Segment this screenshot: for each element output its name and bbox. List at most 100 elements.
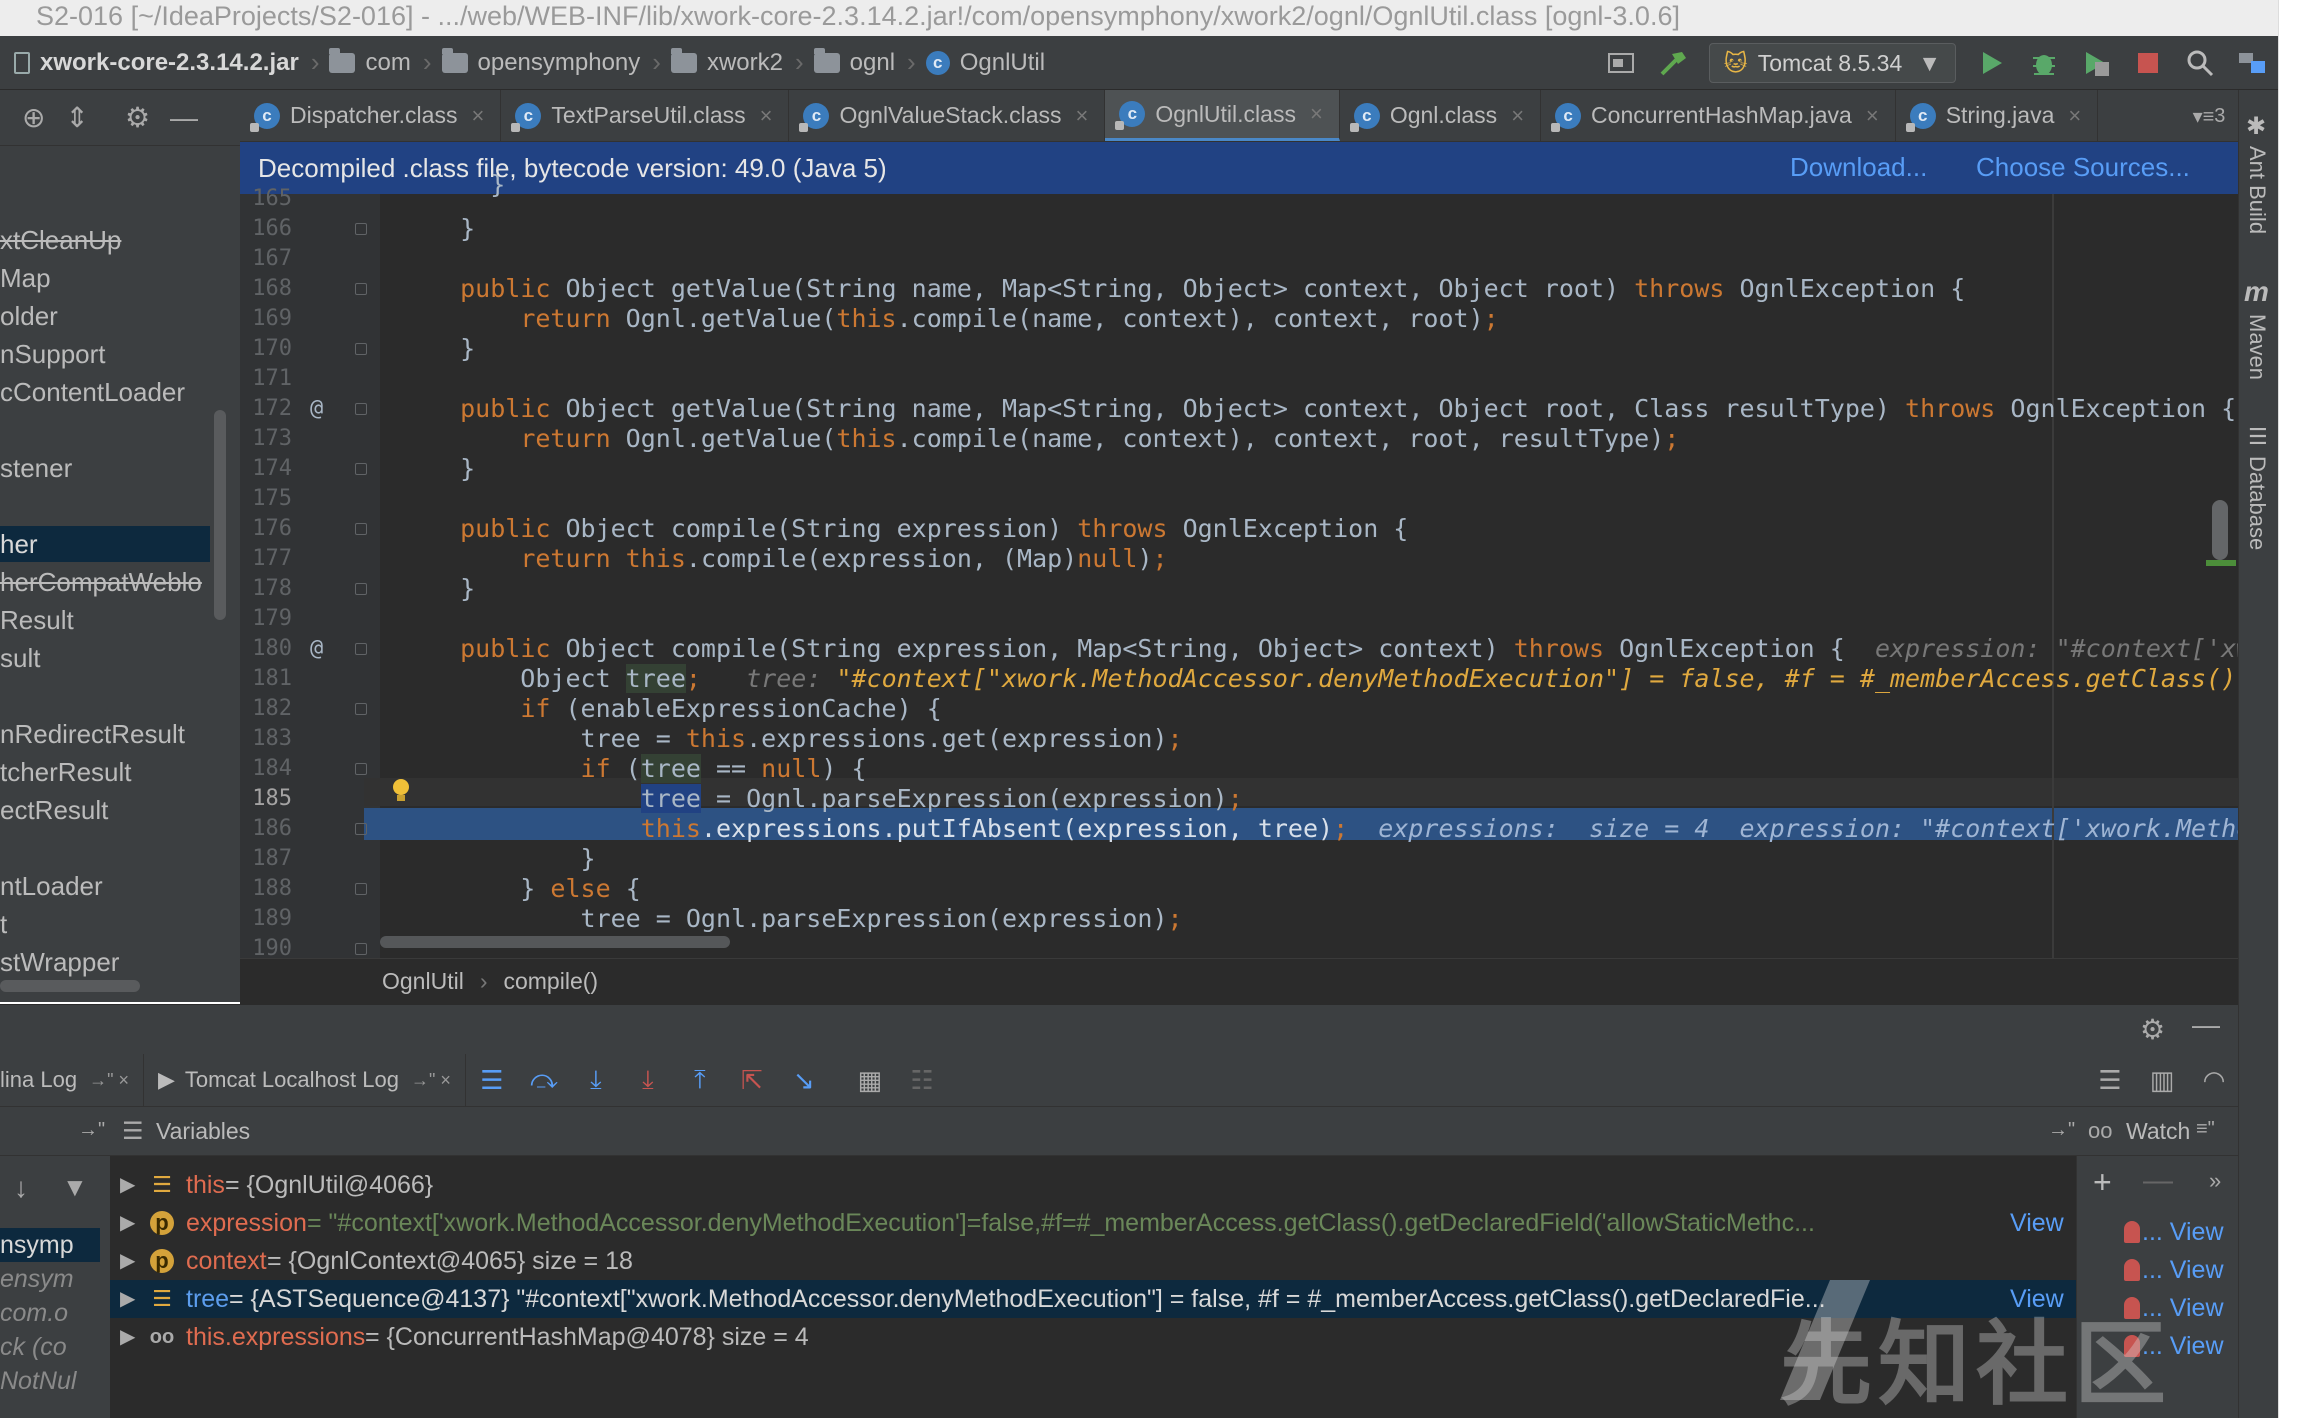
watches-title[interactable]: Watch [2126,1118,2190,1145]
fold-marker-icon[interactable] [355,583,367,595]
filter-icon[interactable]: ▼ [62,1172,88,1203]
breadcrumb-method[interactable]: compile() [503,968,598,995]
fold-marker-icon[interactable] [355,343,367,355]
editor-tab[interactable]: c Ognl.class × [1340,90,1542,141]
project-scrollbar[interactable] [214,410,226,620]
nav-crumb-opensymphony[interactable]: opensymphony › [441,47,661,78]
fold-marker-icon[interactable] [355,463,367,475]
close-icon[interactable]: × [471,103,484,129]
project-tree-item[interactable]: cContentLoader [0,374,210,410]
editor-tab[interactable]: c TextParseUtil.class × [501,90,790,141]
project-tree-item[interactable]: nRedirectResult [0,716,210,752]
project-structure-icon[interactable] [2230,41,2274,85]
expand-triangle-icon[interactable]: ▶ [120,1280,135,1318]
project-tree-item[interactable]: Result [0,602,210,638]
project-horizontal-scrollbar[interactable] [0,980,140,992]
step-over-icon[interactable]: ⤼ [524,1060,564,1100]
project-tree-item[interactable]: herCompatWeblo [0,564,210,600]
close-icon[interactable]: × [760,103,773,129]
fold-marker-icon[interactable] [355,943,367,955]
choose-sources-link[interactable]: Choose Sources... [1976,152,2190,183]
frame-icon[interactable] [1599,41,1643,85]
tabs-overflow-button[interactable]: ▾≡ 3 [2180,90,2238,142]
expand-triangle-icon[interactable]: ▶ [120,1204,135,1242]
debug-bug-icon[interactable] [2022,41,2066,85]
download-sources-link[interactable]: Download... [1790,152,1927,183]
lightbulb-icon[interactable] [390,778,412,804]
search-icon[interactable] [2178,41,2222,85]
project-tree-item[interactable]: her [0,526,210,562]
fold-marker-icon[interactable] [355,523,367,535]
maven-tool-tab[interactable]: Maven [2244,314,2270,380]
stack-frame[interactable]: com.o [0,1296,100,1330]
project-tree-item[interactable]: ectResult [0,792,210,828]
locate-crosshair-icon[interactable]: ⊕ [22,101,45,134]
project-tree-item[interactable]: tcherResult [0,754,210,790]
nav-crumb-ognlutil[interactable]: c OgnlUtil [925,49,1045,77]
memory-gauge-icon[interactable]: ◠ [2194,1060,2234,1100]
minimize-icon[interactable]: — [2192,1009,2220,1041]
fold-marker-icon[interactable] [355,643,367,655]
line-number[interactable]: 167 [240,244,530,274]
database-tool-tab[interactable]: Database [2244,456,2270,550]
line-number[interactable]: 171 [240,364,530,394]
fold-marker-icon[interactable] [355,283,367,295]
stack-frame[interactable]: ck (co [0,1330,100,1364]
minimize-icon[interactable]: — [170,102,198,134]
project-tree-item[interactable]: Map [0,260,210,296]
chevron-double-right-icon[interactable]: » [2209,1168,2221,1194]
line-number[interactable]: 179 [240,604,530,634]
breadcrumb-class[interactable]: OgnlUtil [382,968,464,995]
nav-crumb-xwork2[interactable]: xwork2 › [670,47,804,78]
drop-frame-icon[interactable]: ⇱ [732,1060,772,1100]
editor-tab[interactable]: c ConcurrentHashMap.java × [1541,90,1896,141]
show-execution-point-icon[interactable]: ☰ [472,1060,512,1100]
run-to-cursor-icon[interactable]: ↘ [784,1060,824,1100]
tomcat-localhost-log-tab[interactable]: ▶ Tomcat Localhost Log →" × [144,1054,466,1106]
layout-icon[interactable]: ☰ [2090,1060,2130,1100]
project-tree-item[interactable]: xtCleanUp [0,222,210,258]
run-icon[interactable] [1970,41,2014,85]
fold-marker-icon[interactable] [355,883,367,895]
project-tree-item[interactable]: nSupport [0,336,210,372]
expand-triangle-icon[interactable]: ▶ [120,1166,135,1204]
line-number[interactable]: 170 [240,334,530,364]
evaluate-expression-icon[interactable]: ▦ [850,1060,890,1100]
build-hammer-icon[interactable] [1651,41,1695,85]
close-icon[interactable]: × [1310,101,1323,127]
editor-tab[interactable]: c Dispatcher.class × [240,90,502,141]
editor-vertical-scrollbar[interactable] [2212,500,2228,560]
expand-triangle-icon[interactable]: ▶ [120,1318,135,1356]
override-marker-icon[interactable]: @ [310,634,323,664]
step-into-icon[interactable]: ⤓ [576,1060,616,1100]
fold-marker-icon[interactable] [355,223,367,235]
override-marker-icon[interactable]: @ [310,394,323,424]
watches-menu-icon[interactable]: ≡" [2196,1118,2215,1141]
error-stripe-marker[interactable] [2206,560,2236,566]
nav-crumb-ognl[interactable]: ognl › [813,47,916,78]
stack-frame[interactable]: NotNul [0,1364,100,1398]
fold-marker-icon[interactable] [355,823,367,835]
catalina-log-tab[interactable]: lina Log →" × [0,1054,144,1106]
project-tree-item[interactable]: sult [0,640,210,676]
fold-marker-icon[interactable] [355,703,367,715]
nav-crumb-jar[interactable]: xwork-core-2.3.14.2.jar › [14,47,319,78]
line-number[interactable]: 178 [240,574,530,604]
project-tree-item[interactable]: ntLoader [0,868,210,904]
watch-item[interactable]: ... View [2142,1252,2224,1288]
variable-row[interactable]: ▶ ☰ this = {OgnlUtil@4066} [110,1166,2076,1204]
run-coverage-icon[interactable] [2074,41,2118,85]
pin-icon[interactable]: →" [2048,1119,2075,1142]
add-watch-icon[interactable]: + [2093,1164,2112,1201]
ant-build-tool-tab[interactable]: Ant Build [2244,146,2270,234]
project-tree-item[interactable]: stWrapper [0,944,210,980]
stop-icon[interactable] [2126,41,2170,85]
editor-tab[interactable]: c OgnlValueStack.class × [789,90,1106,141]
variable-row[interactable]: ▶ p expression = "#context['xwork.MethodAc… [110,1204,2076,1242]
run-configuration-select[interactable]: 🐱 Tomcat 8.5.34 ▼ [1708,43,1956,83]
line-number[interactable]: 166 [240,214,530,244]
gear-icon[interactable]: ⚙ [125,101,150,134]
gear-icon[interactable]: ⚙ [2140,1013,2165,1046]
restore-layout-icon[interactable]: ▥ [2142,1060,2182,1100]
nav-crumb-com[interactable]: com › [329,47,432,78]
